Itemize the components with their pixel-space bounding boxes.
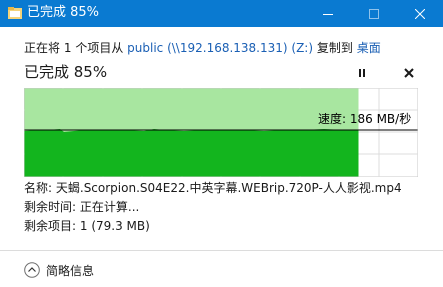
cancel-button[interactable] — [400, 64, 418, 82]
copy-progress-dialog: 已完成 85% 正在将 1 个项目从 public (\\192.168.138… — [0, 0, 443, 287]
footer: 简略信息 — [0, 251, 443, 287]
speed-label: 速度: 186 MB/秒 — [318, 112, 412, 126]
file-name-value: 天蝎.Scorpion.S04E22.中英字幕.WEBrip.720P-人人影视… — [55, 181, 402, 195]
file-name-row: 名称: 天蝎.Scorpion.S04E22.中英字幕.WEBrip.720P-… — [24, 180, 402, 196]
copy-prefix: 正在将 — [24, 41, 61, 55]
maximize-icon — [369, 8, 379, 19]
title-bar[interactable]: 已完成 85% — [0, 0, 443, 27]
maximize-button[interactable] — [351, 0, 397, 27]
window-title: 已完成 85% — [27, 5, 100, 20]
pause-button[interactable] — [353, 64, 371, 82]
items-remaining-value: 1 (79.3 MB) — [79, 219, 150, 233]
item-count: 1 — [63, 41, 72, 55]
cancel-icon — [404, 68, 414, 78]
minimize-button[interactable] — [305, 0, 351, 27]
less-details-toggle[interactable]: 简略信息 — [24, 261, 94, 279]
copied-to-text: 复制到 — [316, 41, 353, 55]
destination-link[interactable]: 桌面 — [357, 41, 381, 55]
items-remaining-row: 剩余项目: 1 (79.3 MB) — [24, 218, 150, 234]
copy-icon — [8, 7, 22, 19]
speed-graph — [24, 88, 418, 177]
progress-status: 已完成 85% — [24, 63, 108, 81]
time-remaining-value: 正在计算... — [79, 200, 140, 214]
close-button[interactable] — [397, 0, 443, 27]
items-remaining-label: 剩余项目: — [24, 219, 77, 233]
file-name-label: 名称: — [24, 181, 53, 195]
speed-area — [24, 129, 359, 177]
copy-description: 正在将 1 个项目从 public (\\192.168.138.131) (Z… — [24, 40, 381, 56]
less-details-label: 简略信息 — [46, 263, 95, 278]
items-from-text: 个项目从 — [75, 41, 124, 55]
close-icon — [415, 8, 425, 19]
time-remaining-row: 剩余时间: 正在计算... — [24, 199, 139, 215]
source-link[interactable]: public (\\192.168.138.131) (Z:) — [127, 41, 313, 55]
pause-icon — [359, 69, 365, 77]
minimize-icon — [323, 13, 333, 15]
time-remaining-label: 剩余时间: — [24, 200, 77, 214]
chevron-up-icon — [24, 262, 40, 278]
